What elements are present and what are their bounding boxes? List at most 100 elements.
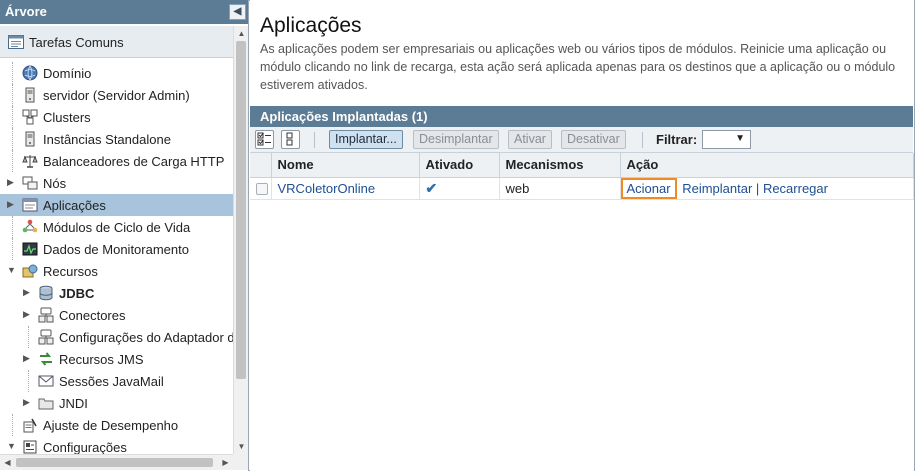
expanded-arrow-icon[interactable]: ▼ (7, 440, 17, 452)
tree-item-dados-de-monitoramento[interactable]: Dados de Monitoramento (0, 238, 233, 260)
mail-icon (38, 373, 54, 389)
scroll-up-icon[interactable]: ▲ (234, 26, 248, 41)
scrollbar-corner (233, 454, 248, 470)
row-checkbox[interactable] (256, 183, 268, 196)
tree-item-ajuste-de-desempenho[interactable]: Ajuste de Desempenho (0, 414, 233, 436)
tree-item-label: Clusters (43, 110, 91, 125)
scroll-thumb[interactable] (16, 458, 213, 467)
tree-item-label: Sessões JavaMail (59, 374, 164, 389)
tree-panel-header: Árvore ◀ (0, 0, 248, 24)
connector-icon (38, 329, 54, 345)
tree-item-modulos-de-ciclo-de-vida[interactable]: Módulos de Ciclo de Vida (0, 216, 233, 238)
tree-item-label: Aplicações (43, 198, 106, 213)
tree-item-instancias-standalone[interactable]: Instâncias Standalone (0, 128, 233, 150)
app-name-cell: VRColetorOnline (271, 177, 420, 200)
tree-connector-line (12, 414, 13, 436)
tree-item-recursos[interactable]: ▼ Recursos (0, 260, 233, 282)
enable-button[interactable]: Ativar (508, 130, 552, 149)
table-header-row: Nome Ativado Mecanismos Ação (250, 153, 914, 178)
tree-item-label: Recursos (43, 264, 98, 279)
tree-vertical-scrollbar[interactable]: ▲ ▼ (233, 26, 248, 454)
tree-item-servidor-servidor-admin[interactable]: servidor (Servidor Admin) (0, 84, 233, 106)
tree-item-balanceadores-de-carga-http[interactable]: Balanceadores de Carga HTTP (0, 150, 233, 172)
monitor-icon (22, 241, 38, 257)
expand-arrow-icon[interactable]: ▶ (7, 198, 17, 210)
tree-item-clusters[interactable]: Clusters (0, 106, 233, 128)
tree-item-label: servidor (Servidor Admin) (43, 88, 190, 103)
disable-button[interactable]: Desativar (561, 130, 626, 149)
tree-item-dominio[interactable]: Domínio (0, 62, 233, 84)
table-toolbar: Implantar... Desimplantar Ativar Desativ… (250, 127, 913, 153)
enabled-cell: ✔ (419, 177, 500, 200)
main-content: Aplicações As aplicações podem ser empre… (250, 0, 914, 471)
collapse-panel-button[interactable]: ◀ (229, 4, 246, 20)
reload-link[interactable]: Recarregar (763, 181, 828, 196)
tree-connector-line (12, 150, 13, 172)
expand-arrow-icon[interactable]: ▶ (23, 396, 33, 408)
tree-connector-line (12, 62, 13, 84)
apps-table: Nome Ativado Mecanismos Ação VRColetorOn… (250, 153, 914, 200)
tree-item-label: Dados de Monitoramento (43, 242, 189, 257)
expand-arrow-icon[interactable]: ▶ (7, 176, 17, 188)
tree-item-configuracoes[interactable]: ▼ Configurações (0, 436, 233, 454)
tree-item-common-tasks[interactable]: Tarefas Comuns (0, 26, 233, 58)
filter-select[interactable]: ▼ (702, 130, 751, 149)
tree-item-configuracoes-do-adaptador-de[interactable]: Configurações do Adaptador de (0, 326, 233, 348)
expand-arrow-icon[interactable]: ▶ (23, 308, 33, 320)
tree-item-jndi[interactable]: ▶ JNDI (0, 392, 233, 414)
toolbar-separator (642, 132, 643, 148)
header-checkbox-cell (250, 153, 272, 178)
tree-connector-line (28, 370, 29, 392)
select-all-icon[interactable] (255, 130, 274, 149)
tree-item-label: Configurações do Adaptador de (59, 330, 233, 345)
filter-label: Filtrar: (656, 132, 698, 147)
tree-item-recursos-jms[interactable]: ▶ Recursos JMS (0, 348, 233, 370)
page-description: As aplicações podem ser empresariais ou … (260, 42, 896, 92)
expand-arrow-icon[interactable]: ▶ (23, 352, 33, 364)
clusters-icon (22, 109, 38, 125)
tree-item-label: Domínio (43, 66, 92, 81)
connector-icon (38, 307, 54, 323)
application-icon (22, 197, 38, 213)
scroll-right-icon[interactable]: ▶ (218, 455, 233, 470)
tree-connector-line (12, 84, 13, 106)
page-title: Aplicações (260, 14, 362, 37)
tuning-icon (22, 417, 38, 433)
common-tasks-label: Tarefas Comuns (29, 35, 124, 50)
expanded-arrow-icon[interactable]: ▼ (7, 264, 17, 276)
column-header-name[interactable]: Nome (271, 153, 420, 178)
tree-item-conectores[interactable]: ▶ Conectores (0, 304, 233, 326)
checkmark-icon: ✔ (425, 179, 438, 196)
tree-item-sessoes-javamail[interactable]: Sessões JavaMail (0, 370, 233, 392)
column-header-engines[interactable]: Mecanismos (499, 153, 621, 178)
action-separator: | (755, 180, 760, 196)
tree-item-nos[interactable]: ▶ Nós (0, 172, 233, 194)
launch-link[interactable]: Acionar (620, 177, 677, 199)
tree-item-aplicacoes[interactable]: ▶ Aplicações (0, 194, 233, 216)
server-icon (22, 131, 38, 147)
expand-arrow-icon[interactable]: ▶ (23, 286, 33, 298)
jndi-icon (38, 395, 54, 411)
tree-item-jdbc[interactable]: ▶ JDBC (0, 282, 233, 304)
tree-connector-line (28, 326, 29, 348)
column-header-enabled[interactable]: Ativado (419, 153, 500, 178)
balance-icon (22, 153, 38, 169)
undeploy-button[interactable]: Desimplantar (413, 130, 499, 149)
jms-icon (38, 351, 54, 367)
tree-panel: Árvore ◀ Tarefas Comuns Domínio servidor … (0, 0, 249, 471)
tree-horizontal-scrollbar[interactable]: ◀ ▶ (0, 454, 233, 470)
scroll-down-icon[interactable]: ▼ (234, 439, 248, 454)
scroll-left-icon[interactable]: ◀ (0, 455, 15, 470)
deselect-all-icon[interactable] (281, 130, 300, 149)
tree-item-label: JNDI (59, 396, 88, 411)
table-row: VRColetorOnline ✔ web Acionar Reimplanta… (250, 177, 914, 200)
app-name-link[interactable]: VRColetorOnline (278, 181, 376, 196)
chevron-down-icon: ▼ (735, 133, 745, 144)
deploy-button[interactable]: Implantar... (329, 130, 403, 149)
tree-item-label: Recursos JMS (59, 352, 144, 367)
column-header-action: Ação (620, 153, 914, 178)
scroll-thumb[interactable] (236, 41, 246, 379)
tree-item-label: Nós (43, 176, 67, 191)
tree-item-label: Módulos de Ciclo de Vida (43, 220, 191, 235)
redeploy-link[interactable]: Reimplantar (682, 181, 752, 196)
